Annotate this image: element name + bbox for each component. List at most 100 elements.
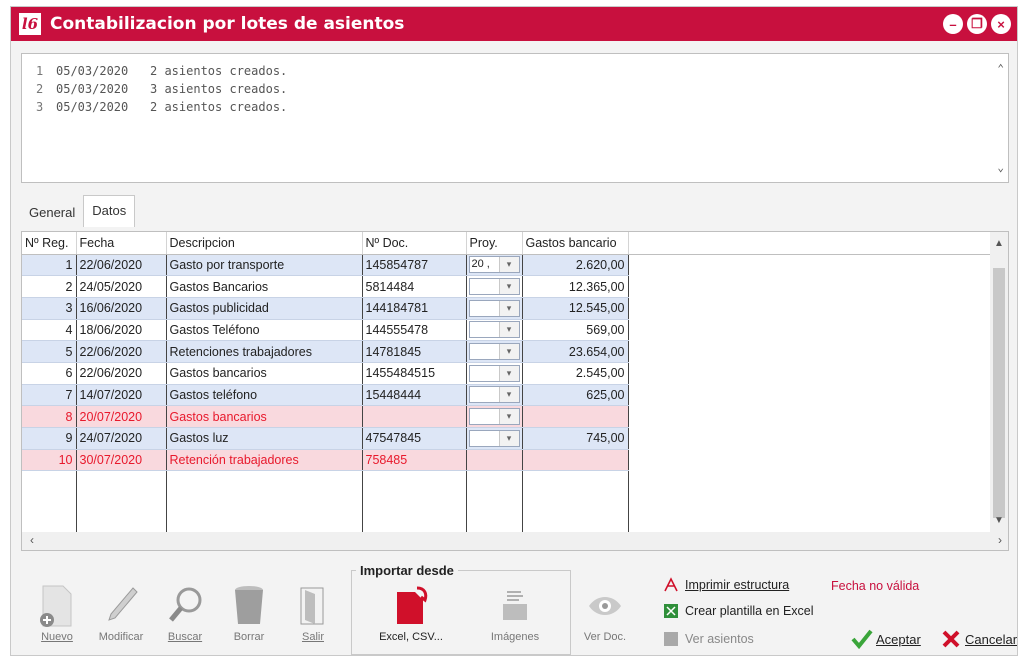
- row-description-cell[interactable]: Gastos Teléfono: [166, 319, 363, 342]
- chevron-up-icon[interactable]: ▲: [994, 238, 1004, 249]
- row-reg-cell[interactable]: 4: [22, 319, 77, 342]
- import-images-button[interactable]: Imágenes: [470, 581, 560, 651]
- row-description-cell[interactable]: Gastos publicidad: [166, 297, 363, 320]
- log-area[interactable]: 1 05/03/2020 2 asientos creados. 2 05/03/20…: [21, 53, 1009, 183]
- row-doc-cell[interactable]: 15448444: [362, 384, 467, 407]
- row-bank-expenses-cell[interactable]: [522, 449, 629, 472]
- row-project-cell[interactable]: ▾: [466, 297, 523, 320]
- horizontal-scrollbar[interactable]: ‹ ›: [22, 532, 1008, 550]
- row-project-cell[interactable]: ▾: [466, 340, 523, 363]
- close-icon[interactable]: ×: [991, 14, 1011, 34]
- table-row[interactable]: 5 22/06/2020 Retenciones trabajadores 14781…: [22, 340, 992, 363]
- import-excel-button[interactable]: Excel, CSV...: [366, 581, 456, 651]
- chevron-down-icon[interactable]: ▾: [498, 300, 519, 316]
- table-row[interactable]: 9 24/07/2020 Gastos luz 47547845 ▾ 745,00: [22, 427, 992, 450]
- row-description-cell[interactable]: Retenciones trabajadores: [166, 340, 363, 363]
- row-project-cell[interactable]: ▾: [466, 427, 523, 450]
- row-bank-expenses-cell[interactable]: 12.365,00: [522, 275, 629, 298]
- row-project-cell[interactable]: ▾: [466, 405, 523, 428]
- row-project-cell[interactable]: 20 , ▾: [466, 254, 523, 277]
- row-reg-cell[interactable]: 7: [22, 384, 77, 407]
- row-bank-expenses-cell[interactable]: 2.545,00: [522, 362, 629, 385]
- col-header[interactable]: Proy.: [466, 232, 523, 255]
- accept-button[interactable]: Aceptar: [851, 629, 921, 649]
- chevron-down-icon[interactable]: ▾: [498, 409, 519, 425]
- chevron-up-icon[interactable]: ⌃: [997, 62, 1004, 75]
- row-bank-expenses-cell[interactable]: 625,00: [522, 384, 629, 407]
- row-bank-expenses-cell[interactable]: 12.545,00: [522, 297, 629, 320]
- entries-grid[interactable]: Nº Reg. Fecha Descripcion Nº Doc. Proy. …: [21, 231, 1009, 551]
- table-row[interactable]: 4 18/06/2020 Gastos Teléfono 144555478 ▾ 569,…: [22, 319, 992, 342]
- project-select[interactable]: ▾: [468, 408, 520, 426]
- row-date-cell[interactable]: 24/05/2020: [76, 275, 167, 298]
- chevron-down-icon[interactable]: ▾: [498, 344, 519, 360]
- row-bank-expenses-cell[interactable]: 569,00: [522, 319, 629, 342]
- row-doc-cell[interactable]: 1455484515: [362, 362, 467, 385]
- create-excel-template-link[interactable]: Crear plantilla en Excel: [663, 603, 814, 619]
- row-reg-cell[interactable]: 9: [22, 427, 77, 450]
- col-header[interactable]: Gastos bancario: [522, 232, 629, 255]
- row-doc-cell[interactable]: 144555478: [362, 319, 467, 342]
- row-description-cell[interactable]: Gastos bancarios: [166, 405, 363, 428]
- row-description-cell[interactable]: Gastos teléfono: [166, 384, 363, 407]
- scrollbar-thumb[interactable]: [993, 268, 1005, 518]
- row-project-cell[interactable]: ▾: [466, 362, 523, 385]
- chevron-down-icon[interactable]: ⌄: [997, 161, 1004, 174]
- chevron-left-icon[interactable]: ‹: [30, 533, 34, 547]
- row-reg-cell[interactable]: 2: [22, 275, 77, 298]
- row-description-cell[interactable]: Gastos Bancarios: [166, 275, 363, 298]
- project-select[interactable]: ▾: [468, 429, 520, 447]
- chevron-down-icon[interactable]: ▾: [498, 365, 519, 381]
- row-doc-cell[interactable]: 47547845: [362, 427, 467, 450]
- table-row[interactable]: 3 16/06/2020 Gastos publicidad 144184781 ▾ 12…: [22, 297, 992, 320]
- col-header[interactable]: Nº Doc.: [362, 232, 467, 255]
- row-doc-cell[interactable]: 5814484: [362, 275, 467, 298]
- chevron-down-icon[interactable]: ▾: [498, 257, 519, 273]
- row-bank-expenses-cell[interactable]: 2.620,00: [522, 254, 629, 277]
- row-date-cell[interactable]: 14/07/2020: [76, 384, 167, 407]
- row-description-cell[interactable]: Retención trabajadores: [166, 449, 363, 472]
- row-reg-cell[interactable]: 3: [22, 297, 77, 320]
- row-description-cell[interactable]: Gastos bancarios: [166, 362, 363, 385]
- chevron-down-icon[interactable]: ▾: [498, 387, 519, 403]
- row-doc-cell[interactable]: 758485: [362, 449, 467, 472]
- row-date-cell[interactable]: 22/06/2020: [76, 254, 167, 277]
- row-doc-cell[interactable]: [362, 405, 467, 428]
- project-select[interactable]: ▾: [468, 386, 520, 404]
- col-header[interactable]: Descripcion: [166, 232, 363, 255]
- col-header[interactable]: Fecha: [76, 232, 167, 255]
- row-date-cell[interactable]: 30/07/2020: [76, 449, 167, 472]
- row-description-cell[interactable]: Gastos luz: [166, 427, 363, 450]
- table-row[interactable]: 7 14/07/2020 Gastos teléfono 15448444 ▾ 625,0…: [22, 384, 992, 407]
- cancel-button[interactable]: Cancelar: [941, 629, 1017, 649]
- table-row[interactable]: 10 30/07/2020 Retención trabajadores 758485: [22, 449, 992, 472]
- col-header[interactable]: Nº Reg.: [22, 232, 77, 255]
- project-select[interactable]: ▾: [468, 299, 520, 317]
- row-reg-cell[interactable]: 10: [22, 449, 77, 472]
- project-select[interactable]: ▾: [468, 321, 520, 339]
- project-select[interactable]: 20 , ▾: [468, 256, 520, 274]
- chevron-down-icon[interactable]: ▾: [498, 279, 519, 295]
- row-reg-cell[interactable]: 1: [22, 254, 77, 277]
- table-row[interactable]: 2 24/05/2020 Gastos Bancarios 5814484 ▾ 12.36…: [22, 275, 992, 298]
- vertical-scrollbar[interactable]: ▲ ▼: [990, 232, 1008, 550]
- row-description-cell[interactable]: Gasto por transporte: [166, 254, 363, 277]
- row-doc-cell[interactable]: 145854787: [362, 254, 467, 277]
- row-project-cell[interactable]: ▾: [466, 275, 523, 298]
- minimize-icon[interactable]: –: [943, 14, 963, 34]
- modify-button[interactable]: Modificar: [91, 581, 151, 651]
- view-doc-button[interactable]: Ver Doc.: [573, 581, 637, 651]
- row-reg-cell[interactable]: 5: [22, 340, 77, 363]
- view-entries-link[interactable]: Ver asientos: [663, 631, 754, 647]
- row-date-cell[interactable]: 22/06/2020: [76, 340, 167, 363]
- tab-general[interactable]: General: [21, 199, 83, 227]
- row-project-cell[interactable]: [466, 449, 523, 472]
- row-doc-cell[interactable]: 144184781: [362, 297, 467, 320]
- project-select[interactable]: ▾: [468, 364, 520, 382]
- row-bank-expenses-cell[interactable]: [522, 405, 629, 428]
- row-project-cell[interactable]: ▾: [466, 384, 523, 407]
- row-doc-cell[interactable]: 14781845: [362, 340, 467, 363]
- chevron-right-icon[interactable]: ›: [998, 533, 1002, 547]
- print-structure-link[interactable]: Imprimir estructura: [663, 577, 789, 593]
- tab-datos[interactable]: Datos: [83, 195, 136, 227]
